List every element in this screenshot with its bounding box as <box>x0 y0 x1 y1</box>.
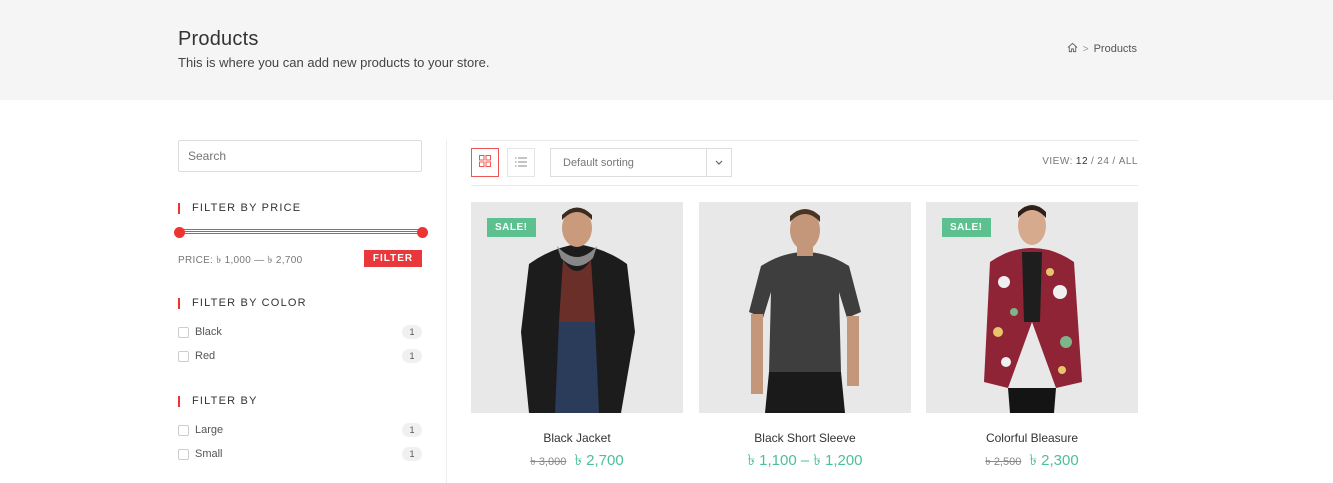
view-count: VIEW: 12 / 24 / ALL <box>1042 156 1138 167</box>
product-price-range: ৳ 1,100 – ৳ 1,200 <box>747 452 863 469</box>
view-separator: / <box>1091 156 1095 167</box>
product-sale-price: ৳ 2,300 <box>1029 452 1079 469</box>
product-card[interactable]: SALE! Colorful Bleasure ৳ 2,500 ৳ 2,300 <box>926 202 1138 474</box>
sidebar-divider <box>446 140 447 483</box>
list-view-button[interactable] <box>507 148 535 177</box>
price-slider-range <box>180 231 421 232</box>
sale-badge: SALE! <box>487 218 536 237</box>
grid-view-button[interactable] <box>471 148 499 177</box>
product-name[interactable]: Black Jacket <box>471 431 683 445</box>
price-slider-max-handle[interactable] <box>417 227 428 238</box>
checkbox[interactable] <box>178 326 189 338</box>
view-option-all[interactable]: ALL <box>1119 156 1138 167</box>
count-badge: 1 <box>402 349 422 363</box>
filter-item-label: Black <box>195 326 222 338</box>
product-old-price: ৳ 2,500 <box>985 456 1022 468</box>
filter-button[interactable]: FILTER <box>364 250 422 267</box>
product-image[interactable]: SALE! <box>926 202 1138 413</box>
product-sale-price: ৳ 2,700 <box>574 452 624 469</box>
price-range-label: PRICE: ৳ 1,000 — ৳ 2,700 <box>178 255 303 266</box>
toolbar-top-border <box>471 140 1138 141</box>
view-count-label: VIEW: <box>1042 156 1073 167</box>
filter-price-title: FILTER BY PRICE <box>178 202 301 214</box>
price-slider-track[interactable] <box>179 229 422 234</box>
home-icon[interactable] <box>1067 42 1078 56</box>
product-image[interactable]: SALE! <box>471 202 683 413</box>
sale-badge: SALE! <box>942 218 991 237</box>
filter-item-small[interactable]: Small 1 <box>178 446 422 462</box>
filter-item-label: Small <box>195 448 223 460</box>
sort-select[interactable]: Default sorting <box>550 148 732 177</box>
price-slider-min-handle[interactable] <box>174 227 185 238</box>
product-price: ৳ 1,100 – ৳ 1,200 <box>699 449 911 474</box>
search-input[interactable] <box>178 140 422 172</box>
view-separator: / <box>1112 156 1116 167</box>
filter-item-label: Large <box>195 424 224 436</box>
page-subtitle: This is where you can add new products t… <box>178 55 490 70</box>
product-card[interactable]: SALE! Black Jacket ৳ 3,000 ৳ 2,700 <box>471 202 683 474</box>
count-badge: 1 <box>402 325 422 339</box>
checkbox[interactable] <box>178 424 189 436</box>
product-price: ৳ 3,000 ৳ 2,700 <box>471 449 683 474</box>
page-title: Products <box>178 28 259 50</box>
product-old-price: ৳ 3,000 <box>530 456 567 468</box>
chevron-down-icon <box>706 149 731 176</box>
filter-item-red[interactable]: Red 1 <box>178 348 422 364</box>
sort-select-value: Default sorting <box>563 156 634 169</box>
count-badge: 1 <box>402 423 422 437</box>
product-name[interactable]: Colorful Bleasure <box>926 431 1138 445</box>
breadcrumb-separator: > <box>1082 43 1089 55</box>
filter-item-large[interactable]: Large 1 <box>178 422 422 438</box>
product-card[interactable]: Black Short Sleeve ৳ 1,100 – ৳ 1,200 <box>699 202 911 474</box>
product-name[interactable]: Black Short Sleeve <box>699 431 911 445</box>
breadcrumb: > Products <box>1067 42 1137 56</box>
product-price: ৳ 2,500 ৳ 2,300 <box>926 449 1138 474</box>
list-view-icon <box>515 154 527 172</box>
product-image[interactable] <box>699 202 911 413</box>
toolbar-bottom-border <box>471 185 1138 186</box>
filter-color-title: FILTER BY COLOR <box>178 297 307 309</box>
view-option-24[interactable]: 24 <box>1097 156 1109 167</box>
filter-item-label: Red <box>195 350 216 362</box>
grid-view-icon <box>479 154 491 172</box>
checkbox[interactable] <box>178 448 189 460</box>
view-option-12[interactable]: 12 <box>1076 156 1088 167</box>
breadcrumb-current: Products <box>1093 43 1137 55</box>
filter-item-black[interactable]: Black 1 <box>178 324 422 340</box>
count-badge: 1 <box>402 447 422 461</box>
checkbox[interactable] <box>178 350 189 362</box>
filter-by-title: FILTER BY <box>178 395 258 407</box>
